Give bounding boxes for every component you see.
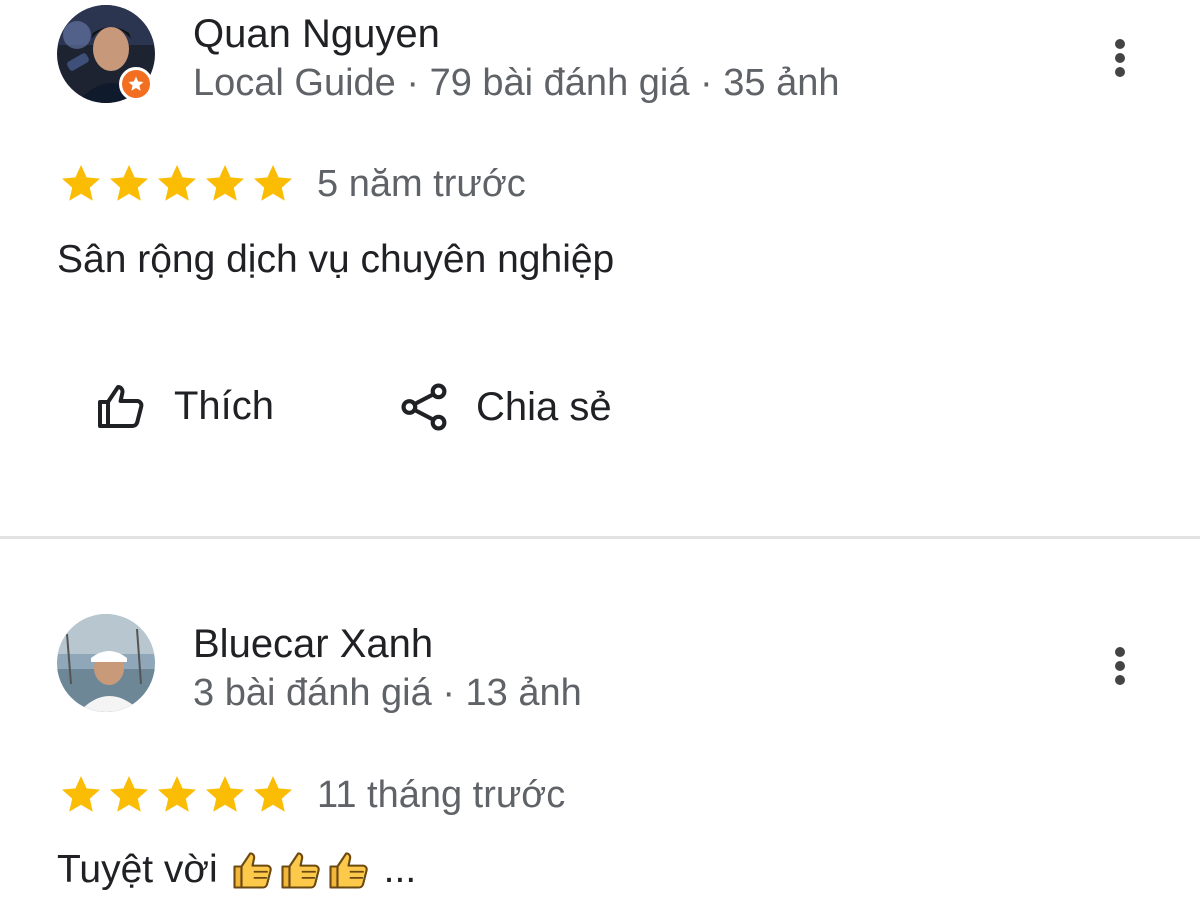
thumbs-up-emoji-icon xyxy=(233,852,272,889)
star-icon xyxy=(206,165,244,201)
more-vert-icon xyxy=(1115,39,1125,77)
more-options-button[interactable] xyxy=(1100,28,1140,88)
star-icon xyxy=(62,165,100,201)
star-icon xyxy=(158,165,196,201)
thumbs-up-emoji-icon xyxy=(329,852,368,889)
reviewer-meta[interactable]: Local Guide · 79 bài đánh giá · 35 ảnh xyxy=(193,60,839,106)
review-time: 5 năm trước xyxy=(317,163,526,205)
divider xyxy=(0,536,1200,539)
review-text-body: Tuyệt vời xyxy=(57,848,218,891)
star-icon xyxy=(158,776,196,812)
star-icon xyxy=(254,776,292,812)
more-options-button[interactable] xyxy=(1100,636,1140,696)
share-icon xyxy=(400,382,450,432)
review-card: Bluecar Xanh 3 bài đánh giá · 13 ảnh 11 … xyxy=(0,540,1200,900)
like-button[interactable]: Thích xyxy=(96,382,274,430)
reviews-list: Quan Nguyen Local Guide · 79 bài đánh gi… xyxy=(0,0,1200,900)
star-rating xyxy=(57,771,297,819)
star-icon xyxy=(254,165,292,201)
star-icon xyxy=(206,776,244,812)
share-label: Chia sẻ xyxy=(476,385,612,429)
review-time: 11 tháng trước xyxy=(317,774,566,816)
reviewer-name[interactable]: Bluecar Xanh xyxy=(193,620,433,668)
emoji-group xyxy=(230,849,374,891)
avatar[interactable] xyxy=(57,614,155,712)
rating-row: 5 năm trước xyxy=(57,159,526,209)
star-icon xyxy=(62,776,100,812)
star-icon xyxy=(110,165,148,201)
review-text: Tuyệt vời ... xyxy=(57,846,416,894)
local-guide-star-badge-icon xyxy=(119,67,153,101)
star-icon xyxy=(110,776,148,812)
star-rating xyxy=(57,160,297,208)
review-card: Quan Nguyen Local Guide · 79 bài đánh gi… xyxy=(0,0,1200,538)
reviewer-name[interactable]: Quan Nguyen xyxy=(193,10,440,58)
more-vert-icon xyxy=(1115,647,1125,685)
thumbs-up-emoji-icon xyxy=(281,852,320,889)
rating-row: 11 tháng trước xyxy=(57,770,565,820)
thumbs-up-outline-icon xyxy=(96,382,148,430)
share-button[interactable]: Chia sẻ xyxy=(400,382,612,432)
like-label: Thích xyxy=(174,384,275,428)
truncation-ellipsis[interactable]: ... xyxy=(384,846,417,894)
avatar[interactable] xyxy=(57,5,155,103)
reviewer-meta[interactable]: 3 bài đánh giá · 13 ảnh xyxy=(193,670,582,716)
review-text: Sân rộng dịch vụ chuyên nghiệp xyxy=(57,238,615,281)
